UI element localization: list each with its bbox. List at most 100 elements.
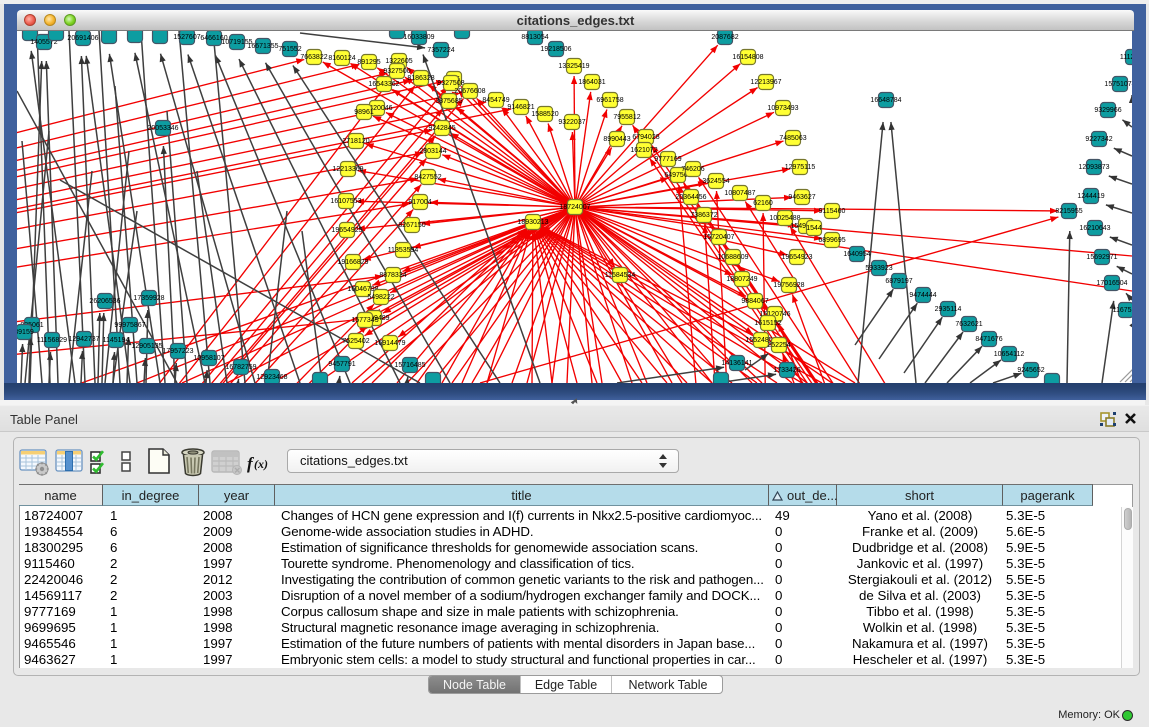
svg-text:98961: 98961 <box>354 109 374 116</box>
svg-text:16543362: 16543362 <box>368 81 399 88</box>
svg-text:1864031: 1864031 <box>578 79 605 86</box>
svg-text:12213967: 12213967 <box>750 79 781 86</box>
svg-text:18807249: 18807249 <box>726 276 757 283</box>
svg-text:1588520: 1588520 <box>531 111 558 118</box>
svg-text:10807487: 10807487 <box>724 190 755 197</box>
svg-text:891295: 891295 <box>357 59 380 66</box>
svg-text:17957223: 17957223 <box>162 348 193 355</box>
svg-text:10025488: 10025488 <box>769 215 800 222</box>
svg-text:18724007: 18724007 <box>559 204 590 211</box>
svg-text:2087682: 2087682 <box>711 34 738 41</box>
svg-text:(x): (x) <box>254 457 268 471</box>
svg-text:1621072: 1621072 <box>630 147 657 154</box>
svg-text:7357224: 7357224 <box>427 47 454 54</box>
svg-text:19654923: 19654923 <box>781 254 812 261</box>
svg-text:1145194: 1145194 <box>103 337 130 344</box>
svg-text:6794028: 6794028 <box>632 134 659 141</box>
svg-text:19654925: 19654925 <box>331 227 362 234</box>
svg-text:16210643: 16210643 <box>1079 225 1110 232</box>
svg-text:12923468: 12923468 <box>256 374 287 381</box>
svg-text:13325419: 13325419 <box>558 63 589 70</box>
svg-text:15751074: 15751074 <box>1104 81 1132 88</box>
svg-text:15692971: 15692971 <box>1086 254 1117 261</box>
svg-text:9474444: 9474444 <box>909 292 936 299</box>
svg-text:26206536: 26206536 <box>89 298 120 305</box>
svg-text:5933923: 5933923 <box>865 265 892 272</box>
svg-text:7386372: 7386372 <box>690 212 717 219</box>
svg-text:39159: 39159 <box>17 329 34 336</box>
svg-text:9146821: 9146821 <box>507 104 534 111</box>
svg-text:12213369: 12213369 <box>332 166 363 173</box>
svg-text:19756928: 19756928 <box>773 282 804 289</box>
svg-text:6899695: 6899695 <box>818 237 845 244</box>
svg-text:14136141: 14136141 <box>721 360 752 367</box>
svg-text:5498222: 5498222 <box>367 294 394 301</box>
svg-text:8186328: 8186328 <box>407 75 434 82</box>
svg-text:252254: 252254 <box>767 342 790 349</box>
svg-text:12975115: 12975115 <box>785 164 816 171</box>
svg-text:18930213: 18930213 <box>517 219 548 226</box>
svg-text:7663822: 7663822 <box>300 54 327 61</box>
svg-text:1527607: 1527607 <box>173 34 200 41</box>
svg-text:12942737: 12942737 <box>68 336 99 343</box>
svg-text:1112880: 1112880 <box>1120 54 1132 61</box>
svg-text:12093873: 12093873 <box>1078 164 1109 171</box>
svg-text:9227342: 9227342 <box>1085 136 1112 143</box>
svg-text:62160: 62160 <box>753 200 773 207</box>
svg-text:2803144: 2803144 <box>419 148 446 155</box>
svg-text:17016504: 17016504 <box>1096 280 1127 287</box>
svg-text:9463627: 9463627 <box>788 194 815 201</box>
svg-text:20364456: 20364456 <box>675 194 706 201</box>
svg-text:16782759: 16782759 <box>225 364 256 371</box>
svg-text:19166829: 19166829 <box>337 259 368 266</box>
svg-text:8813054: 8813054 <box>521 34 548 41</box>
svg-text:16107553: 16107553 <box>330 198 361 205</box>
svg-text:7485063: 7485063 <box>779 135 806 142</box>
svg-text:20053346: 20053346 <box>147 125 178 132</box>
svg-text:9322037: 9322037 <box>558 119 585 126</box>
svg-text:8990443: 8990443 <box>603 136 630 143</box>
svg-text:3624554: 3624554 <box>702 178 729 185</box>
svg-text:19218506: 19218506 <box>540 46 571 53</box>
svg-text:16648784: 16648784 <box>870 97 901 104</box>
svg-text:10654112: 10654112 <box>994 351 1025 358</box>
svg-text:1577345: 1577345 <box>351 317 378 324</box>
svg-text:8215955: 8215955 <box>1055 208 1082 215</box>
svg-text:3875685: 3875685 <box>435 98 462 105</box>
svg-text:8427552: 8427552 <box>414 174 441 181</box>
svg-text:746206: 746206 <box>681 166 704 173</box>
svg-text:10973493: 10973493 <box>767 105 798 112</box>
svg-text:7632621: 7632621 <box>955 321 982 328</box>
svg-text:17359928: 17359928 <box>133 295 164 302</box>
svg-text:6879197: 6879197 <box>885 278 912 285</box>
svg-text:6961758: 6961758 <box>596 97 623 104</box>
svg-text:10688609: 10688609 <box>717 254 748 261</box>
svg-text:1640954: 1640954 <box>843 251 870 258</box>
svg-text:9245652: 9245652 <box>1017 367 1044 374</box>
svg-text:16671355: 16671355 <box>247 43 278 50</box>
svg-text:9327508: 9327508 <box>437 80 464 87</box>
svg-text:16033809: 16033809 <box>403 34 434 41</box>
svg-text:9884067: 9884067 <box>741 298 768 305</box>
svg-text:12905135: 12905135 <box>131 343 162 350</box>
svg-text:10958107: 10958107 <box>193 355 224 362</box>
svg-text:1544: 1544 <box>806 225 822 232</box>
svg-text:7955812: 7955812 <box>613 114 640 121</box>
svg-text:1244419: 1244419 <box>1077 193 1104 200</box>
svg-text:751552: 751552 <box>278 46 301 53</box>
svg-text:20676608: 20676608 <box>454 88 485 95</box>
svg-text:9777169: 9777169 <box>654 156 681 163</box>
svg-text:2935114: 2935114 <box>935 306 962 313</box>
svg-text:99975867: 99975867 <box>114 322 145 329</box>
svg-text:8267150: 8267150 <box>398 222 425 229</box>
svg-text:15716485: 15716485 <box>394 362 425 369</box>
svg-text:9327500: 9327500 <box>383 68 410 75</box>
svg-text:11584534: 11584534 <box>605 272 636 279</box>
svg-text:9457791: 9457791 <box>328 361 355 368</box>
svg-text:15720407: 15720407 <box>703 234 734 241</box>
svg-text:16914479: 16914479 <box>374 340 405 347</box>
svg-text:8878334: 8878334 <box>379 272 406 279</box>
svg-text:8160124: 8160124 <box>328 55 355 62</box>
svg-text:16154808: 16154808 <box>732 54 763 61</box>
svg-text:9329966: 9329966 <box>1094 107 1121 114</box>
